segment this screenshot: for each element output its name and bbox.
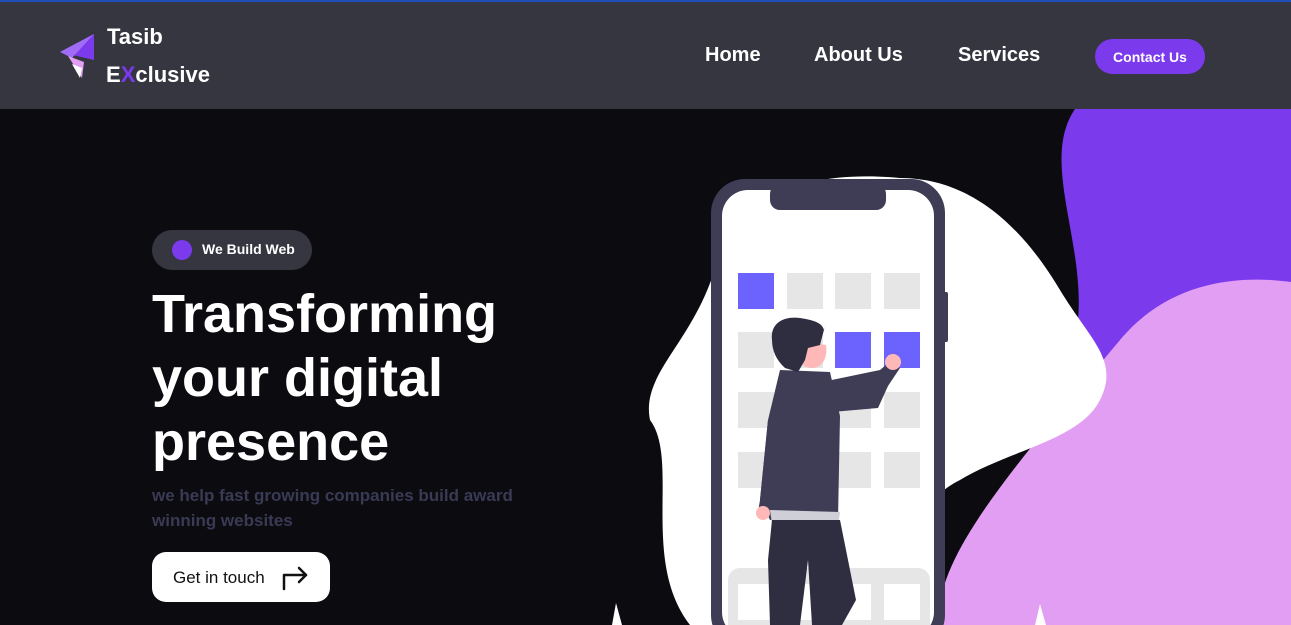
nav-about-us[interactable]: About Us <box>814 44 903 67</box>
we-build-web-badge: We Build Web <box>152 230 312 270</box>
paper-plane-logo-icon[interactable] <box>58 32 96 80</box>
brand-name-line2: EXclusive <box>106 62 210 87</box>
nav-services[interactable]: Services <box>958 44 1040 67</box>
hero-subtext: we help fast growing companies build awa… <box>152 486 513 530</box>
contact-us-button[interactable]: Contact Us <box>1095 39 1205 74</box>
cta-label: Get in touch <box>173 568 265 587</box>
nav-home[interactable]: Home <box>705 44 761 67</box>
navbar: Tasib EXclusive Home About Us Services C… <box>0 2 1291 109</box>
badge-dot-icon <box>172 240 192 260</box>
arrow-turn-right-icon <box>282 566 308 591</box>
get-in-touch-button[interactable]: Get in touch <box>152 552 330 602</box>
hero-headline: Transforming your digital presence <box>152 284 498 472</box>
brand-name-line1: Tasib <box>107 24 163 49</box>
badge-label: We Build Web <box>202 241 295 257</box>
brand-accent-letter: X <box>120 62 136 87</box>
